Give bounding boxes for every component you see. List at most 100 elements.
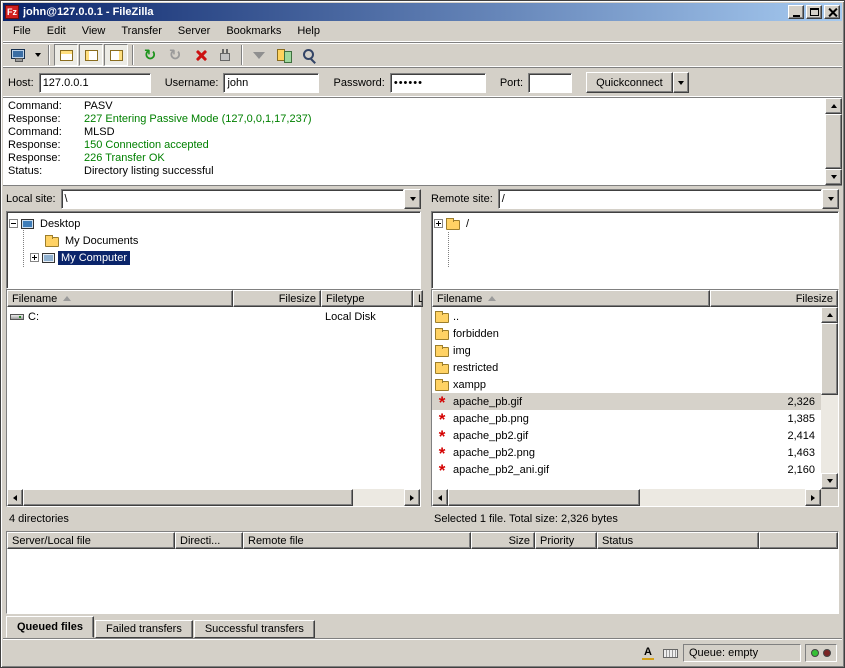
scroll-up-button[interactable]: [821, 307, 838, 323]
column-header-filesize[interactable]: Filesize: [233, 290, 321, 307]
scroll-up-button[interactable]: [825, 98, 842, 114]
scroll-down-button[interactable]: [825, 169, 842, 185]
menu-edit[interactable]: Edit: [39, 22, 74, 40]
quickconnect-dropdown-button[interactable]: [673, 72, 689, 93]
connection-status-indicator[interactable]: [661, 645, 679, 661]
column-header-size[interactable]: Size: [471, 532, 535, 549]
tree-item-label[interactable]: My Computer: [58, 251, 130, 265]
quickconnect-button[interactable]: Quickconnect: [586, 72, 673, 93]
scroll-thumb[interactable]: [825, 114, 842, 169]
cancel-button[interactable]: [188, 44, 212, 66]
local-hscrollbar[interactable]: [7, 489, 420, 506]
column-header-filename[interactable]: Filename: [7, 290, 233, 307]
menu-view[interactable]: View: [74, 22, 114, 40]
toggle-message-log-icon: [60, 50, 73, 61]
file-name: restricted: [453, 362, 498, 374]
compare-button[interactable]: [272, 44, 296, 66]
remote-vscrollbar[interactable]: [821, 307, 838, 489]
column-header-filetype[interactable]: Filetype: [321, 290, 413, 307]
scroll-track[interactable]: [448, 489, 805, 506]
column-header-server-local-file[interactable]: Server/Local file: [7, 532, 175, 549]
column-header-status[interactable]: Status: [597, 532, 759, 549]
file-row[interactable]: xampp: [432, 376, 821, 393]
file-row[interactable]: forbidden: [432, 325, 821, 342]
log-line-text: 226 Transfer OK: [84, 152, 165, 165]
remote-site-value[interactable]: /: [498, 189, 822, 209]
file-row[interactable]: apache_pb.png1,385: [432, 410, 821, 427]
port-input[interactable]: [528, 73, 572, 93]
column-header-filesize[interactable]: Filesize: [710, 290, 838, 307]
file-row-selected[interactable]: apache_pb.gif2,326: [432, 393, 821, 410]
find-button[interactable]: [297, 44, 321, 66]
tree-item-root[interactable]: /: [434, 215, 836, 232]
scroll-right-button[interactable]: [404, 489, 420, 506]
tab-queued-files[interactable]: Queued files: [6, 616, 94, 638]
titlebar[interactable]: Fz john@127.0.0.1 - FileZilla: [3, 3, 842, 21]
maximize-button[interactable]: [806, 5, 822, 19]
tree-item-my-documents[interactable]: My Documents: [9, 232, 418, 249]
file-row[interactable]: restricted: [432, 359, 821, 376]
column-header-remote-file[interactable]: Remote file: [243, 532, 471, 549]
collapse-icon[interactable]: [9, 219, 18, 228]
remote-site-dropdown-button[interactable]: [822, 189, 839, 209]
toggle-message-log-button[interactable]: [54, 44, 78, 66]
minimize-button[interactable]: [788, 5, 804, 19]
column-header-direction[interactable]: Directi...: [175, 532, 243, 549]
scroll-right-button[interactable]: [805, 489, 821, 506]
scroll-thumb[interactable]: [23, 489, 353, 506]
column-header-priority[interactable]: Priority: [535, 532, 597, 549]
toggle-local-tree-button[interactable]: [79, 44, 103, 66]
tree-item-label[interactable]: /: [463, 217, 472, 231]
process-queue-button[interactable]: [163, 44, 187, 66]
local-site-combobox[interactable]: \: [61, 189, 421, 209]
expand-icon[interactable]: [434, 219, 443, 228]
remote-hscrollbar[interactable]: [432, 489, 821, 506]
username-input[interactable]: john: [223, 73, 319, 93]
scroll-track[interactable]: [23, 489, 404, 506]
column-header-last-modified[interactable]: L: [413, 290, 423, 307]
menu-transfer[interactable]: Transfer: [113, 22, 170, 40]
refresh-button[interactable]: [138, 44, 162, 66]
local-site-value[interactable]: \: [61, 189, 404, 209]
queue-body[interactable]: [7, 549, 838, 613]
menu-server[interactable]: Server: [170, 22, 218, 40]
column-header-blank: [759, 532, 838, 549]
menu-bookmarks[interactable]: Bookmarks: [218, 22, 289, 40]
file-row[interactable]: apache_pb2.gif2,414: [432, 427, 821, 444]
tree-item-label[interactable]: Desktop: [37, 217, 83, 231]
scroll-left-button[interactable]: [7, 489, 23, 506]
tab-failed-transfers[interactable]: Failed transfers: [95, 620, 193, 638]
file-row[interactable]: C: Local Disk: [7, 308, 420, 325]
close-button[interactable]: [824, 5, 840, 19]
transfer-type-indicator[interactable]: A: [639, 645, 657, 661]
menu-help[interactable]: Help: [289, 22, 328, 40]
tree-item-desktop[interactable]: Desktop: [9, 215, 418, 232]
tree-item-label[interactable]: My Documents: [62, 234, 141, 248]
password-input[interactable]: ••••••: [390, 73, 486, 93]
site-manager-button[interactable]: [6, 44, 30, 66]
scroll-thumb[interactable]: [448, 489, 640, 506]
disconnect-button[interactable]: [213, 44, 237, 66]
scroll-down-button[interactable]: [821, 473, 838, 489]
remote-site-combobox[interactable]: /: [498, 189, 839, 209]
scroll-track[interactable]: [821, 323, 838, 473]
file-row[interactable]: ..: [432, 308, 821, 325]
log-scrollbar[interactable]: [825, 98, 842, 185]
file-row[interactable]: img: [432, 342, 821, 359]
filter-button[interactable]: [247, 44, 271, 66]
file-row[interactable]: apache_pb2_ani.gif2,160: [432, 461, 821, 478]
file-row[interactable]: apache_pb2.png1,463: [432, 444, 821, 461]
site-manager-dropdown-button[interactable]: [31, 44, 44, 66]
menu-file[interactable]: File: [5, 22, 39, 40]
host-input[interactable]: 127.0.0.1: [39, 73, 151, 93]
scroll-left-button[interactable]: [432, 489, 448, 506]
local-site-dropdown-button[interactable]: [404, 189, 421, 209]
tab-successful-transfers[interactable]: Successful transfers: [194, 620, 315, 638]
expand-icon[interactable]: [30, 253, 39, 262]
tree-item-my-computer[interactable]: My Computer: [9, 249, 418, 266]
arrow-up-icon: [827, 313, 833, 317]
scroll-thumb[interactable]: [821, 323, 838, 395]
column-header-filename[interactable]: Filename: [432, 290, 710, 307]
scroll-track[interactable]: [825, 114, 842, 169]
toggle-remote-tree-button[interactable]: [104, 44, 128, 66]
